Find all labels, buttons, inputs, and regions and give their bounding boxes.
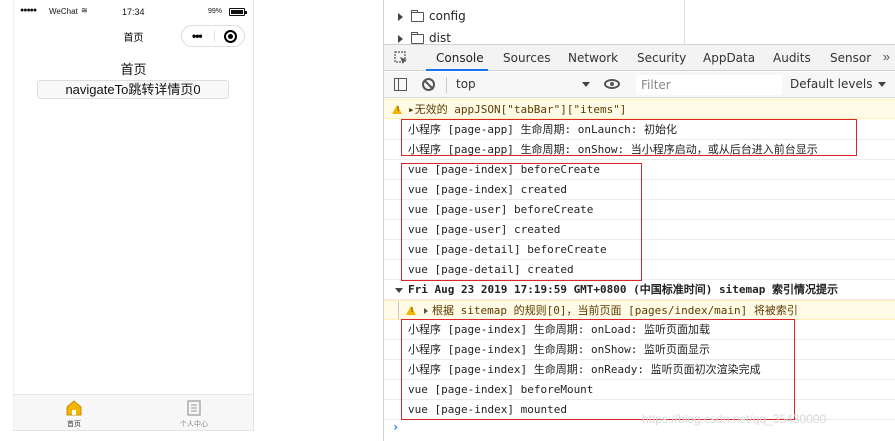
navigation-bar: 首页 ••• [14, 22, 253, 50]
simulator-panel: ●●●●● WeChat ≋ 17:34 99% 首页 ••• 首页 navig… [0, 0, 383, 441]
log-entry: vue [page-detail] created [384, 260, 895, 280]
log-text: 小程序 [page-index] 生命周期: onLoad: 监听页面加载 [408, 323, 710, 336]
devtools-tabs: Console Sources Network Security AppData… [384, 44, 895, 71]
expand-arrow-icon[interactable] [424, 308, 428, 314]
log-text: vue [page-detail] created [408, 263, 574, 276]
log-entry: 小程序 [page-index] 生命周期: onReady: 监听页面初次渲染… [384, 360, 895, 380]
log-entry: 小程序 [page-app] 生命周期: onLaunch: 初始化 [384, 120, 895, 140]
tab-sensor[interactable]: Sensor [830, 51, 871, 65]
log-entry: vue [page-detail] beforeCreate [384, 240, 895, 260]
home-icon [66, 400, 82, 416]
navigate-detail-button[interactable]: navigateTo跳转详情页0 [37, 80, 229, 99]
watermark: https://blog.csdn.net/qq_35430000 [642, 412, 827, 426]
log-entry: vue [page-index] beforeCreate [384, 160, 895, 180]
dropdown-caret-icon [878, 82, 887, 87]
capsule-divider [214, 30, 215, 42]
console-toolbar: top Default levels [384, 72, 895, 98]
tab-home-label: 首页 [67, 421, 81, 428]
tab-security[interactable]: Security [637, 51, 686, 65]
more-icon[interactable]: ••• [192, 29, 203, 43]
log-levels-label: Default levels [790, 77, 873, 91]
log-levels-select[interactable]: Default levels [790, 77, 887, 91]
close-miniprogram-icon[interactable] [224, 30, 237, 43]
capsule-menu: ••• [181, 25, 245, 47]
log-entry: vue [page-user] created [384, 220, 895, 240]
expand-arrow-icon[interactable] [398, 34, 403, 43]
wifi-icon: ≋ [81, 6, 88, 15]
expand-arrow-icon[interactable] [398, 12, 403, 21]
group-indent-bar [398, 301, 399, 319]
warning-icon [406, 306, 416, 315]
log-warning-nested[interactable]: 根据 sitemap 的规则[0]，当前页面 [pages/index/main… [384, 300, 895, 320]
tab-appdata[interactable]: AppData [703, 51, 755, 65]
document-icon [187, 400, 201, 416]
log-text: vue [page-index] mounted [408, 403, 567, 416]
battery-icon [229, 8, 247, 16]
log-text: 根据 sitemap 的规则[0]，当前页面 [pages/index/main… [432, 304, 798, 317]
log-text: vue [page-user] beforeCreate [408, 203, 594, 216]
tree-item-label: dist [429, 31, 451, 44]
battery-percent: 99% [208, 8, 223, 15]
tab-console[interactable]: Console [436, 51, 484, 65]
log-entry: 小程序 [page-index] 生命周期: onShow: 监听页面显示 [384, 340, 895, 360]
clear-console-icon[interactable] [422, 78, 435, 91]
tab-sources[interactable]: Sources [503, 51, 550, 65]
log-group-header[interactable]: Fri Aug 23 2019 17:19:59 GMT+0800 (中国标准时… [384, 280, 895, 300]
console-output: ▸无效的 appJSON["tabBar"]["items"] 小程序 [pag… [384, 99, 895, 441]
log-text-wrap: 根据 sitemap 的规则[0]，当前页面 [pages/index/main… [424, 301, 798, 319]
file-tree: config dist [384, 0, 895, 44]
log-text: ▸无效的 appJSON["tabBar"]["items"] [408, 103, 627, 116]
log-text: vue [page-index] beforeMount [408, 383, 594, 396]
active-tab-indicator [426, 69, 488, 71]
log-entry: vue [page-index] beforeMount [384, 380, 895, 400]
tab-audits[interactable]: Audits [773, 51, 811, 65]
tab-network[interactable]: Network [568, 51, 618, 65]
log-warning[interactable]: ▸无效的 appJSON["tabBar"]["items"] [384, 99, 895, 119]
tree-divider [684, 0, 685, 44]
log-text: vue [page-index] created [408, 183, 567, 196]
carrier-name: WeChat [49, 7, 78, 16]
log-text: vue [page-detail] beforeCreate [408, 243, 607, 256]
collapse-arrow-icon[interactable] [395, 288, 403, 293]
more-tabs-icon[interactable]: » [883, 49, 890, 64]
devtools-panel: config dist Console Sources Network Secu… [383, 0, 895, 441]
log-text: 小程序 [page-app] 生命周期: onLaunch: 初始化 [408, 123, 677, 136]
live-expression-eye-icon[interactable] [604, 79, 620, 89]
filter-input[interactable] [636, 75, 782, 95]
tab-bar: 首页 个人中心 [14, 394, 253, 430]
page-title: 首页 [120, 62, 147, 77]
log-entry: vue [page-index] created [384, 180, 895, 200]
sidebar-toggle-icon[interactable] [394, 78, 407, 91]
log-text: vue [page-user] created [408, 223, 561, 236]
phone-screen: ●●●●● WeChat ≋ 17:34 99% 首页 ••• 首页 navig… [13, 0, 254, 431]
log-text: 小程序 [page-app] 生命周期: onShow: 当小程序启动，或从后台… [408, 143, 818, 156]
tab-home[interactable]: 首页 [34, 395, 114, 431]
status-time: 17:34 [122, 7, 145, 17]
prompt-chevron-icon: › [392, 420, 400, 434]
tree-item-dist[interactable]: dist [398, 31, 451, 44]
log-text: 小程序 [page-index] 生命周期: onReady: 监听页面初次渲染… [408, 363, 761, 376]
signal-icon: ●●●●● [20, 7, 37, 14]
warning-icon [392, 105, 402, 114]
tree-item-config[interactable]: config [398, 9, 466, 27]
tab-user-label: 个人中心 [180, 421, 208, 428]
log-text: 小程序 [page-index] 生命周期: onShow: 监听页面显示 [408, 343, 710, 356]
folder-icon [411, 31, 424, 44]
tree-item-label: config [429, 9, 466, 23]
log-text: vue [page-index] beforeCreate [408, 163, 601, 176]
tab-user-center[interactable]: 个人中心 [154, 395, 234, 431]
log-entry: 小程序 [page-app] 生命周期: onShow: 当小程序启动，或从后台… [384, 140, 895, 160]
status-bar: ●●●●● WeChat ≋ 17:34 99% [14, 0, 253, 22]
folder-icon [411, 9, 424, 22]
context-select[interactable]: top [456, 77, 590, 93]
log-entry: 小程序 [page-index] 生命周期: onLoad: 监听页面加载 [384, 320, 895, 340]
log-entry: vue [page-user] beforeCreate [384, 200, 895, 220]
log-group-text: Fri Aug 23 2019 17:19:59 GMT+0800 (中国标准时… [408, 283, 839, 296]
inspect-element-icon[interactable] [394, 51, 408, 65]
toolbar-divider [446, 77, 447, 93]
dropdown-caret-icon [582, 82, 590, 87]
context-value: top [456, 77, 476, 91]
